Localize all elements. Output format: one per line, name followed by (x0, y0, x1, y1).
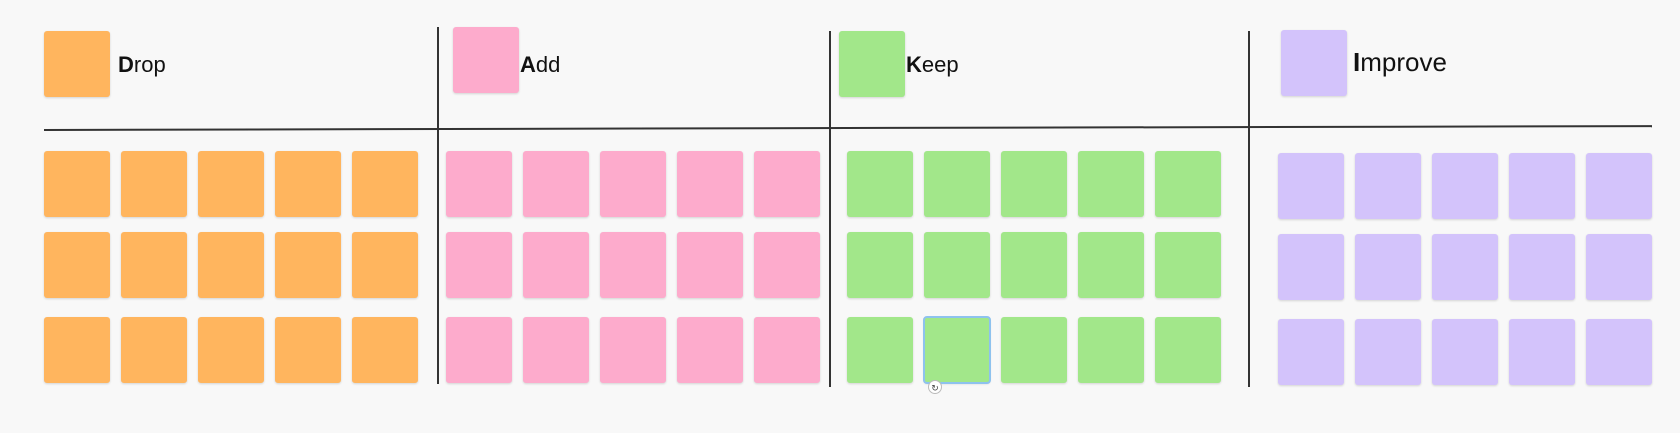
keep-sticky-note[interactable] (1155, 232, 1221, 298)
keep-rest: eep (921, 52, 959, 77)
add-sticky-note[interactable] (677, 317, 743, 383)
add-sticky-note[interactable] (754, 151, 820, 217)
keep-sticky-note[interactable] (1078, 317, 1144, 383)
drop-sticky-note[interactable] (275, 232, 341, 298)
add-sticky-note[interactable] (523, 317, 589, 383)
retrospective-board: Drop Add Keep Improve ↻ (0, 0, 1680, 433)
improve-sticky-note[interactable] (1355, 319, 1421, 385)
drop-sticky-note[interactable] (275, 151, 341, 217)
add-sticky-note[interactable] (446, 317, 512, 383)
improve-sticky-note[interactable] (1509, 319, 1575, 385)
keep-sticky-note[interactable] (1001, 151, 1067, 217)
add-header-note[interactable] (453, 27, 519, 93)
add-sticky-note[interactable] (523, 232, 589, 298)
improve-rest: mprove (1360, 47, 1447, 77)
drop-sticky-note[interactable] (352, 317, 418, 383)
improve-sticky-note[interactable] (1278, 153, 1344, 219)
divider-drop-add (437, 27, 439, 384)
add-sticky-note[interactable] (446, 151, 512, 217)
improve-sticky-note[interactable] (1586, 319, 1652, 385)
drop-sticky-note[interactable] (121, 317, 187, 383)
keep-header-label[interactable]: Keep (906, 54, 959, 76)
improve-sticky-note[interactable] (1509, 234, 1575, 300)
drop-header-note[interactable] (44, 31, 110, 97)
keep-sticky-note[interactable] (1001, 232, 1067, 298)
drop-sticky-note[interactable] (198, 317, 264, 383)
drop-sticky-note[interactable] (44, 151, 110, 217)
improve-header-note[interactable] (1281, 30, 1347, 96)
add-sticky-note[interactable] (523, 151, 589, 217)
drop-sticky-note[interactable] (198, 151, 264, 217)
keep-sticky-note[interactable] (924, 151, 990, 217)
add-sticky-note[interactable] (446, 232, 512, 298)
improve-sticky-note[interactable] (1278, 319, 1344, 385)
improve-sticky-note[interactable] (1432, 234, 1498, 300)
drop-header-label[interactable]: Drop (118, 54, 166, 76)
keep-sticky-note[interactable] (1078, 232, 1144, 298)
keep-sticky-note[interactable] (847, 151, 913, 217)
keep-sticky-note[interactable] (924, 232, 990, 298)
add-initial: A (520, 52, 536, 77)
divider-keep-improve (1248, 31, 1250, 387)
drop-rest: rop (133, 52, 166, 77)
keep-header-note[interactable] (839, 31, 905, 97)
improve-sticky-note[interactable] (1432, 319, 1498, 385)
add-rest: dd (535, 52, 561, 77)
drop-sticky-note[interactable] (121, 151, 187, 217)
header-underline (43, 125, 1652, 131)
drop-sticky-note[interactable] (44, 317, 110, 383)
keep-initial: K (906, 52, 922, 77)
keep-sticky-note[interactable] (847, 317, 913, 383)
improve-sticky-note[interactable] (1355, 153, 1421, 219)
drop-sticky-note[interactable] (275, 317, 341, 383)
improve-sticky-note[interactable] (1509, 153, 1575, 219)
drop-sticky-note[interactable] (352, 151, 418, 217)
keep-sticky-note[interactable] (1155, 317, 1221, 383)
divider-add-keep (829, 31, 831, 387)
add-header-label[interactable]: Add (520, 54, 560, 76)
add-sticky-note[interactable] (600, 151, 666, 217)
improve-sticky-note[interactable] (1355, 234, 1421, 300)
drop-sticky-note[interactable] (121, 232, 187, 298)
drop-initial: D (118, 52, 134, 77)
rotate-handle-icon[interactable]: ↻ (928, 380, 942, 394)
keep-sticky-note[interactable] (847, 232, 913, 298)
improve-header-label[interactable]: Improve (1353, 49, 1447, 75)
drop-sticky-note[interactable] (44, 232, 110, 298)
add-sticky-note[interactable] (600, 317, 666, 383)
drop-sticky-note[interactable] (198, 232, 264, 298)
keep-sticky-note[interactable] (1001, 317, 1067, 383)
add-sticky-note[interactable] (677, 232, 743, 298)
improve-sticky-note[interactable] (1586, 234, 1652, 300)
improve-sticky-note[interactable] (1432, 153, 1498, 219)
improve-sticky-note[interactable] (1278, 234, 1344, 300)
add-sticky-note[interactable] (600, 232, 666, 298)
drop-sticky-note[interactable] (352, 232, 418, 298)
improve-sticky-note[interactable] (1586, 153, 1652, 219)
keep-sticky-note[interactable] (923, 316, 991, 384)
add-sticky-note[interactable] (754, 317, 820, 383)
add-sticky-note[interactable] (754, 232, 820, 298)
keep-sticky-note[interactable] (1155, 151, 1221, 217)
add-sticky-note[interactable] (677, 151, 743, 217)
keep-sticky-note[interactable] (1078, 151, 1144, 217)
